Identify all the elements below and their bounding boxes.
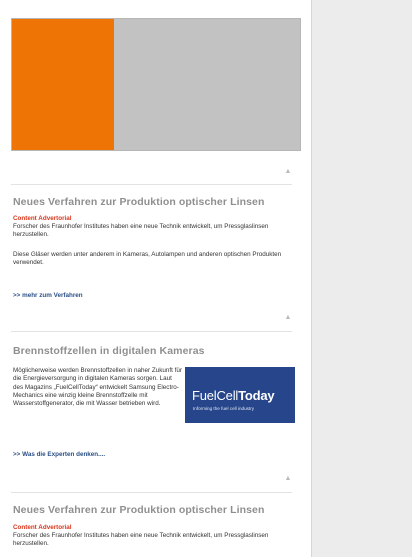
divider — [11, 184, 292, 185]
back-to-top-icon[interactable]: ▲ — [283, 167, 293, 177]
article-text: Diese Gläser werden unter anderem in Kam… — [13, 251, 282, 267]
ad-tagline: Informing the fuel cell industry — [193, 406, 255, 411]
fuelcelltoday-logo: FuelCellToday — [192, 388, 275, 403]
article-title: Neues Verfahren zur Produktion optischer… — [13, 504, 265, 516]
back-to-top-icon[interactable]: ▲ — [283, 474, 293, 484]
banner-orange-block — [12, 19, 114, 150]
fuelcelltoday-ad[interactable]: FuelCellToday Informing the fuel cell in… — [185, 367, 295, 423]
advertorial-label: Content Advertorial — [13, 215, 72, 222]
advertorial-label: Content Advertorial — [13, 524, 72, 531]
header-banner — [11, 18, 301, 151]
divider — [11, 492, 292, 493]
back-to-top-icon[interactable]: ▲ — [283, 313, 293, 323]
article-title: Neues Verfahren zur Produktion optischer… — [13, 196, 265, 208]
read-more-link[interactable]: >> mehr zum Verfahren — [13, 292, 83, 299]
article-title: Brennstoffzellen in digitalen Kameras — [13, 345, 205, 357]
divider — [11, 331, 292, 332]
article-text: Möglicherweise werden Brennstoffzellen i… — [13, 367, 182, 408]
article-text: Forscher des Fraunhofer Institutes haben… — [13, 223, 269, 239]
article-text: Forscher des Fraunhofer Institutes haben… — [13, 532, 269, 548]
read-more-link[interactable]: >> Was die Experten denken.... — [13, 451, 105, 458]
newsletter-page: ▲ Neues Verfahren zur Produktion optisch… — [0, 0, 312, 557]
